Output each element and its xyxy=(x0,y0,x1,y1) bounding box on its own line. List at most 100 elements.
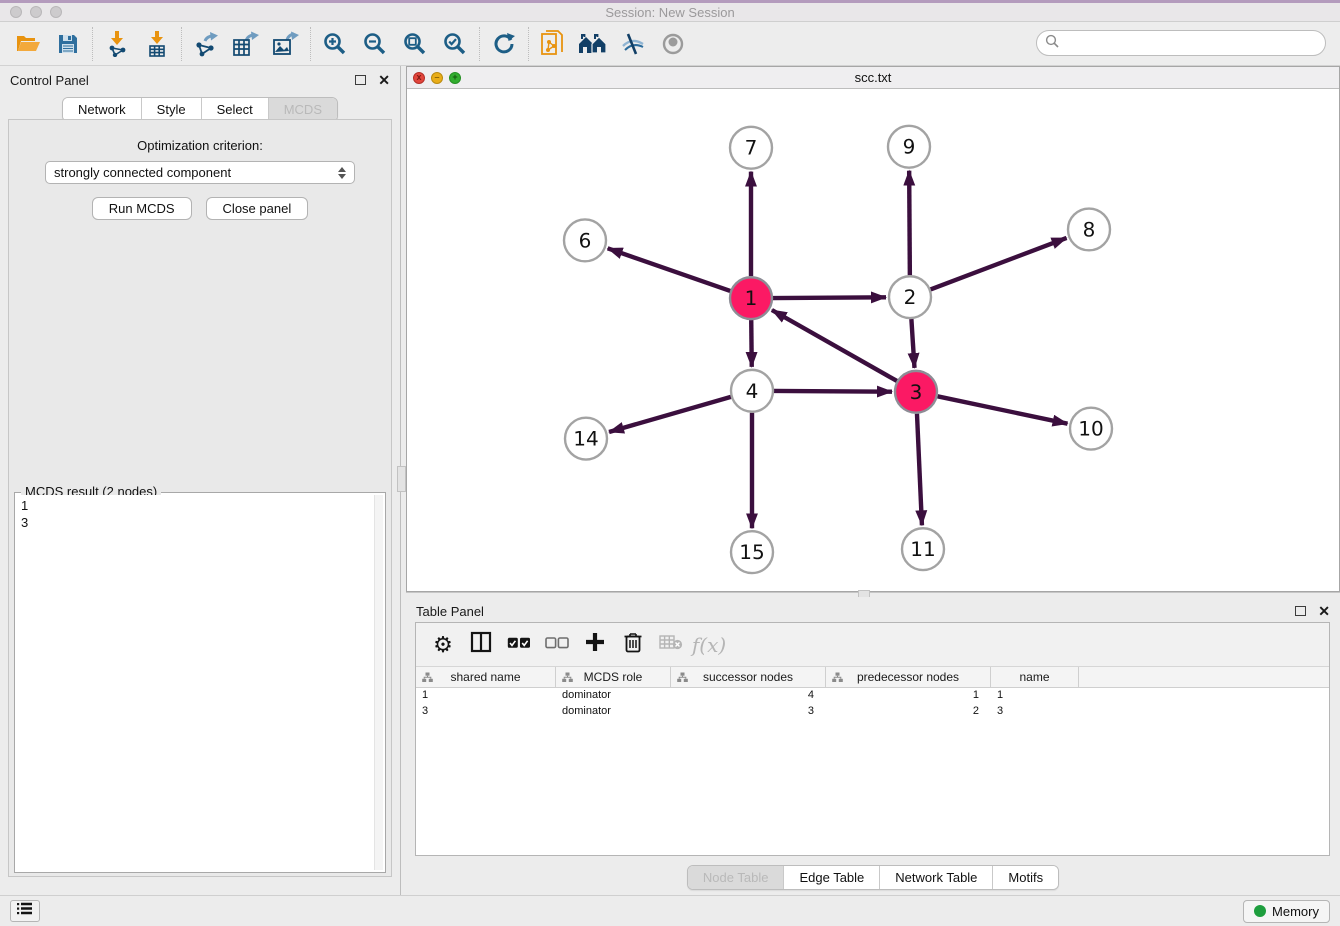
table-cell[interactable]: 1 xyxy=(826,688,991,704)
graph-node-10[interactable]: 10 xyxy=(1070,408,1112,450)
first-neighbors-button[interactable] xyxy=(573,25,613,63)
select-all-rows-button[interactable] xyxy=(502,628,536,662)
tab-style[interactable]: Style xyxy=(141,98,201,121)
float-panel-icon[interactable] xyxy=(1295,606,1306,616)
graph-node-6[interactable]: 6 xyxy=(564,219,606,261)
close-panel-icon[interactable]: ✕ xyxy=(1318,604,1330,618)
import-table-button[interactable] xyxy=(137,25,177,63)
zoom-selected-button[interactable] xyxy=(435,25,475,63)
function-builder-button[interactable]: f(x) xyxy=(692,628,726,662)
tab-network-table[interactable]: Network Table xyxy=(879,866,992,889)
column-header-shared-name[interactable]: shared name xyxy=(416,667,556,687)
show-all-button[interactable] xyxy=(653,25,693,63)
graph-node-9[interactable]: 9 xyxy=(888,126,930,168)
toolbar-separator xyxy=(92,27,93,61)
open-session-button[interactable] xyxy=(8,25,48,63)
table-cell[interactable]: dominator xyxy=(556,688,671,704)
result-scrollbar[interactable] xyxy=(374,495,383,870)
refresh-layout-button[interactable] xyxy=(484,25,524,63)
column-header-MCDS-role[interactable]: MCDS role xyxy=(556,667,671,687)
graph-node-11[interactable]: 11 xyxy=(902,528,944,570)
tab-edge-table[interactable]: Edge Table xyxy=(783,866,879,889)
graph-node-3[interactable]: 3 xyxy=(895,371,937,413)
graph-node-4[interactable]: 4 xyxy=(731,370,773,412)
add-column-button[interactable] xyxy=(578,628,612,662)
table-row[interactable]: 1dominator411 xyxy=(416,688,1329,704)
task-history-button[interactable] xyxy=(10,900,40,922)
column-header-name[interactable]: name xyxy=(991,667,1079,687)
trash-icon xyxy=(623,631,643,658)
memory-button[interactable]: Memory xyxy=(1243,900,1330,923)
close-panel-icon[interactable]: ✕ xyxy=(378,73,390,87)
graph-edge-2-3[interactable] xyxy=(911,319,914,368)
toggle-panel-columns-button[interactable] xyxy=(464,628,498,662)
zoom-fit-button[interactable] xyxy=(395,25,435,63)
graph-node-2[interactable]: 2 xyxy=(889,276,931,318)
mcds-result-list[interactable]: 13 xyxy=(17,495,373,870)
tab-mcds[interactable]: MCDS xyxy=(268,98,337,121)
graph-edge-1-6[interactable] xyxy=(608,248,731,291)
table-row[interactable]: 3dominator323 xyxy=(416,704,1329,720)
tab-network[interactable]: Network xyxy=(63,98,141,121)
eye-icon xyxy=(660,33,686,55)
zoom-fit-icon xyxy=(403,32,427,56)
table-cell[interactable]: 3 xyxy=(991,704,1079,720)
table-cell[interactable]: 2 xyxy=(826,704,991,720)
new-network-from-selection-button[interactable] xyxy=(533,25,573,63)
search-icon xyxy=(1045,34,1059,53)
export-image-button[interactable] xyxy=(266,25,306,63)
table-cell[interactable]: 4 xyxy=(671,688,826,704)
export-network-button[interactable] xyxy=(186,25,226,63)
table-cell[interactable]: 3 xyxy=(416,704,556,720)
graph-edge-3-10[interactable] xyxy=(938,396,1068,423)
save-session-button[interactable] xyxy=(48,25,88,63)
graph-edge-2-9[interactable] xyxy=(909,171,910,276)
status-bar: Memory xyxy=(0,895,1340,926)
run-mcds-button[interactable]: Run MCDS xyxy=(92,197,192,220)
float-panel-icon[interactable] xyxy=(355,75,366,85)
table-cell[interactable]: 1 xyxy=(416,688,556,704)
import-network-button[interactable] xyxy=(97,25,137,63)
search-field[interactable] xyxy=(1036,30,1326,56)
zoom-out-button[interactable] xyxy=(355,25,395,63)
mcds-result-item[interactable]: 3 xyxy=(21,514,369,531)
splitter-handle[interactable] xyxy=(397,466,406,492)
table-delete-icon xyxy=(659,634,683,655)
delete-columns-button[interactable] xyxy=(616,628,650,662)
table-cell[interactable]: dominator xyxy=(556,704,671,720)
graph-node-1[interactable]: 1 xyxy=(730,277,772,319)
graph-edge-4-14[interactable] xyxy=(609,397,731,432)
network-canvas[interactable]: 7 9 6 8 1 2 4 3 14 10 15 11 xyxy=(407,90,1339,591)
svg-text:10: 10 xyxy=(1078,417,1103,441)
network-canvas-svg[interactable]: 7 9 6 8 1 2 4 3 14 10 15 11 xyxy=(407,90,1339,591)
hide-selected-button[interactable] xyxy=(613,25,653,63)
column-header-successor-nodes[interactable]: successor nodes xyxy=(671,667,826,687)
table-cell[interactable]: 3 xyxy=(671,704,826,720)
search-input[interactable] xyxy=(1065,36,1325,51)
graph-node-15[interactable]: 15 xyxy=(731,531,773,573)
mcds-result-item[interactable]: 1 xyxy=(21,497,369,514)
table-settings-button[interactable]: ⚙ xyxy=(426,628,460,662)
graph-edge-4-3[interactable] xyxy=(774,391,892,392)
graph-edge-1-4[interactable] xyxy=(751,320,752,367)
graph-node-7[interactable]: 7 xyxy=(730,127,772,169)
graph-edge-2-8[interactable] xyxy=(931,238,1067,289)
close-panel-button[interactable]: Close panel xyxy=(206,197,309,220)
optimization-criterion-select[interactable]: strongly connected component xyxy=(45,161,355,184)
graph-edge-3-1[interactable] xyxy=(772,310,897,381)
export-table-button[interactable] xyxy=(226,25,266,63)
column-header-predecessor-nodes[interactable]: predecessor nodes xyxy=(826,667,991,687)
delete-table-button[interactable] xyxy=(654,628,688,662)
graph-edge-3-11[interactable] xyxy=(917,414,922,526)
tab-select[interactable]: Select xyxy=(201,98,268,121)
houses-icon xyxy=(578,33,608,55)
tab-node-table[interactable]: Node Table xyxy=(688,866,784,889)
tab-motifs[interactable]: Motifs xyxy=(992,866,1058,889)
graph-edge-1-2[interactable] xyxy=(773,297,886,298)
graph-node-14[interactable]: 14 xyxy=(565,418,607,460)
zoom-in-button[interactable] xyxy=(315,25,355,63)
graph-node-8[interactable]: 8 xyxy=(1068,209,1110,251)
table-cell[interactable]: 1 xyxy=(991,688,1079,704)
deselect-all-rows-button[interactable] xyxy=(540,628,574,662)
hierarchy-icon xyxy=(422,672,433,686)
